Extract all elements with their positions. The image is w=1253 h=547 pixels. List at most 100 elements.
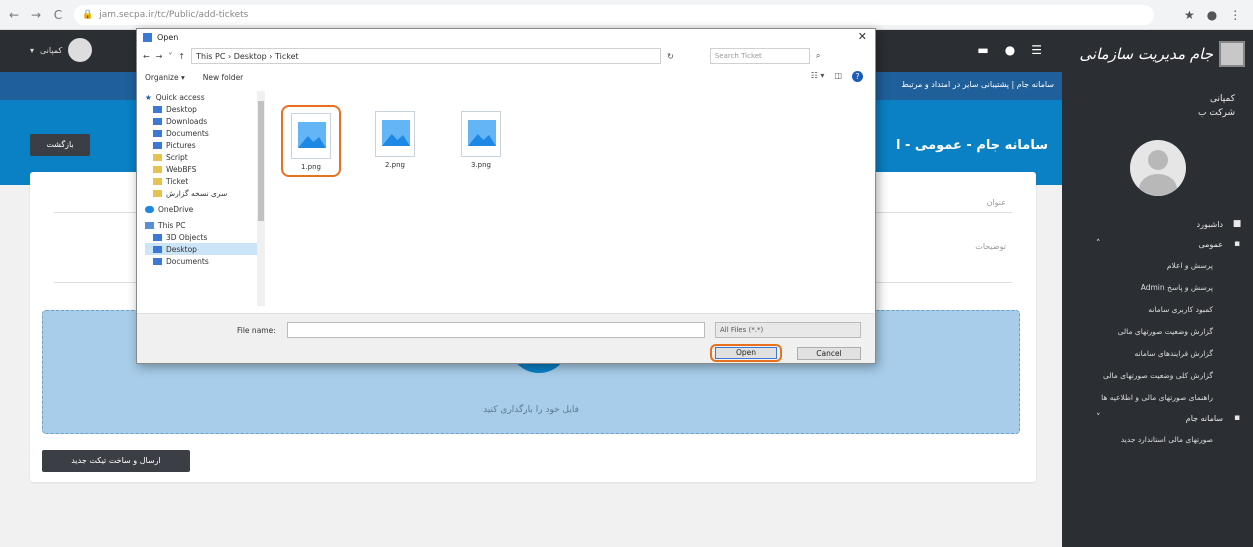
upload-text: فایل خود را بارگذاری کنید <box>483 405 579 415</box>
sidebar: جام مدیریت سازمانی کمپانی شرکت ب داشبورد… <box>1062 30 1253 547</box>
sidebar-subitem[interactable]: گزارش کلی وضعیت صورتهای مالی <box>1062 364 1253 386</box>
sidebar-item-label: عمومی <box>1198 239 1223 249</box>
pictures-icon <box>153 141 162 149</box>
sidebar-avatar <box>1129 140 1186 196</box>
sidebar-subitem[interactable]: Admin پرسش و پاسخ <box>1062 276 1253 298</box>
search-icon: ⌕ <box>815 51 821 60</box>
navigation-tree: ★ Quick access Desktop Downloads Document… <box>145 91 263 306</box>
company-line-2[interactable]: شرکت ب <box>1062 106 1235 120</box>
help-icon[interactable]: ? <box>852 71 863 82</box>
organize-button[interactable]: Organize ▾ <box>145 73 185 82</box>
folder-icon <box>153 153 162 161</box>
desktop-icon <box>153 105 162 113</box>
new-folder-button[interactable]: New folder <box>203 73 244 82</box>
cancel-button[interactable]: Cancel <box>797 347 861 360</box>
view-options-icon[interactable]: ☷ ▾ <box>811 71 825 82</box>
tree-item[interactable]: Downloads <box>145 115 263 127</box>
user-menu[interactable]: ▾ کمپانی <box>30 38 93 62</box>
sidebar-subitem[interactable]: پرسش و اعلام <box>1062 254 1253 276</box>
avatar <box>68 38 93 62</box>
tree-scrollbar[interactable] <box>257 91 265 306</box>
tree-item-label: Desktop <box>166 244 197 254</box>
tree-item[interactable]: Documents <box>145 127 263 139</box>
menu-kebab-icon[interactable]: ⋮ <box>1229 8 1241 22</box>
path-bar[interactable]: This PC › Desktop › Ticket <box>191 48 662 64</box>
cloud-icon <box>145 205 154 213</box>
file-list: 1.png 2.png 3.png <box>275 91 865 301</box>
sidebar-subitem[interactable]: گزارش فرایندهای سامانه <box>1062 342 1253 364</box>
tree-item[interactable]: Ticket <box>145 175 263 187</box>
sidebar-subitem[interactable]: راهنمای صورتهای مالی و اطلاعیه ها <box>1062 386 1253 408</box>
folder-icon <box>153 177 162 185</box>
search-placeholder: Search Ticket <box>714 52 762 60</box>
tree-item-label: Documents <box>166 256 209 266</box>
profile-icon[interactable]: ● <box>1207 8 1217 22</box>
tree-item-label: Quick access <box>155 92 205 102</box>
company-info: کمپانی شرکت ب <box>1062 78 1253 120</box>
file-item-3[interactable]: 3.png <box>451 105 511 177</box>
lock-icon: 🔒 <box>82 9 94 20</box>
tree-item[interactable]: 3D Objects <box>145 231 263 243</box>
filetype-select[interactable]: All Files (*.*) <box>715 322 861 338</box>
back-button[interactable]: بازگشت <box>30 134 90 156</box>
scrollbar-thumb[interactable] <box>258 101 264 221</box>
sidebar-subitem[interactable]: صورتهای مالی استاندارد جدید <box>1062 428 1253 450</box>
submit-ticket-button[interactable]: ارسال و ساخت تیکت جدید <box>42 450 190 472</box>
bell-icon[interactable]: ● <box>1005 43 1015 57</box>
reload-icon[interactable]: C <box>50 7 66 23</box>
file-item-2[interactable]: 2.png <box>365 105 425 177</box>
sidebar-subitem[interactable]: گزارش وضعیت صورتهای مالی <box>1062 320 1253 342</box>
computer-icon <box>145 221 154 229</box>
image-file-icon <box>291 113 331 159</box>
file-name: 1.png <box>300 163 321 171</box>
address-bar[interactable]: 🔒 jam.secpa.ir/tc/Public/add-tickets <box>74 4 1154 25</box>
tree-item-selected[interactable]: Desktop <box>145 243 263 255</box>
tree-item[interactable]: WebBFS <box>145 163 263 175</box>
forward-arrow-icon[interactable]: → <box>28 7 44 23</box>
folder-icon <box>153 165 162 173</box>
messages-icon[interactable]: ▬ <box>977 43 988 57</box>
ticker-text: سامانه جام | پشتیبانی سایر در امتداد و م… <box>901 80 1054 89</box>
tree-item-label: سری نسخه گزارش <box>166 188 228 198</box>
search-input[interactable]: Search Ticket <box>709 48 810 64</box>
tree-item[interactable]: OneDrive <box>145 203 263 215</box>
tree-item-label: Downloads <box>166 116 208 126</box>
file-name: 3.png <box>470 161 491 169</box>
tree-item[interactable]: Script <box>145 151 263 163</box>
file-item-1[interactable]: 1.png <box>281 105 341 177</box>
sidebar-subitem[interactable]: کمبود کاربری سامانه <box>1062 298 1253 320</box>
tree-item[interactable]: Desktop <box>145 103 263 115</box>
sidebar-item-jam[interactable]: ˅ سامانه جام ▪ <box>1062 408 1253 428</box>
sidebar-item-dashboard[interactable]: داشبورد ■ <box>1062 214 1253 234</box>
hamburger-menu-icon[interactable]: ☰ <box>1031 43 1042 57</box>
tree-item[interactable]: Pictures <box>145 139 263 151</box>
image-file-icon <box>375 111 415 157</box>
user-name: کمپانی <box>40 45 63 55</box>
tree-item-label: This PC <box>158 220 186 230</box>
sidebar-item-label: داشبورد <box>1196 219 1223 229</box>
back-arrow-icon[interactable]: ← <box>143 52 150 61</box>
dialog-title: Open <box>157 32 179 42</box>
preview-pane-icon[interactable]: ◫ <box>834 71 842 82</box>
up-arrow-icon[interactable]: ↑ <box>178 52 185 61</box>
logo-icon <box>1219 41 1245 67</box>
back-arrow-icon[interactable]: ← <box>6 7 22 23</box>
close-icon[interactable]: ✕ <box>858 30 867 43</box>
company-line-1: کمپانی <box>1210 94 1235 104</box>
filename-input[interactable] <box>287 322 705 338</box>
tree-item[interactable]: Documents <box>145 255 263 267</box>
sidebar-item-label: سامانه جام <box>1185 413 1223 423</box>
bookmark-star-icon[interactable]: ★ <box>1184 8 1195 22</box>
refresh-icon[interactable]: ↻ <box>667 52 674 61</box>
forward-arrow-icon[interactable]: → <box>156 52 163 61</box>
sidebar-item-general[interactable]: ˄ عمومی ▪ <box>1062 234 1253 254</box>
path-text: This PC › Desktop › Ticket <box>196 51 299 61</box>
tree-item[interactable]: ★ Quick access <box>145 91 263 103</box>
tree-item[interactable]: This PC <box>145 219 263 231</box>
browser-toolbar: ← → C 🔒 jam.secpa.ir/tc/Public/add-ticke… <box>0 0 1253 30</box>
open-button[interactable]: Open <box>715 347 777 359</box>
tree-item[interactable]: سری نسخه گزارش <box>145 187 263 199</box>
chevron-down-icon[interactable]: ˅ <box>168 52 172 61</box>
subject-label: عنوان <box>986 198 1006 207</box>
url-text: jam.secpa.ir/tc/Public/add-tickets <box>99 9 249 20</box>
